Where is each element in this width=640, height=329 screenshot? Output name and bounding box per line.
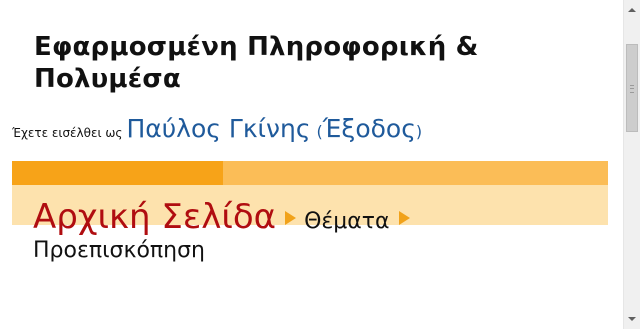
login-info: Έχετε εισέλθει ως Παύλος Γκίνης ( Έξοδος… (12, 114, 422, 148)
breadcrumb-home-link[interactable]: Αρχική Σελίδα (33, 197, 276, 237)
navbar-top-right (223, 161, 608, 185)
login-prefix-text: Έχετε εισέλθει ως (12, 126, 123, 140)
paren-close: ) (415, 122, 423, 141)
grip-icon (630, 85, 634, 93)
triangle-right-icon (398, 211, 410, 225)
breadcrumb-topics-link[interactable]: Θέματα (304, 209, 389, 234)
vertical-scrollbar[interactable] (623, 0, 640, 329)
breadcrumb: Αρχική Σελίδα Θέματα Προεπισκόπηση (33, 200, 603, 262)
site-title: Εφαρμοσμένη Πληροφορική & Πολυμέσα (34, 32, 479, 94)
page: Εφαρμοσμένη Πληροφορική & Πολυμέσα Έχετε… (0, 0, 640, 329)
user-profile-link[interactable]: Παύλος Γκίνης (126, 114, 310, 143)
scroll-down-arrow-icon[interactable] (628, 317, 636, 321)
navbar-top-left (12, 161, 223, 185)
breadcrumb-current-page: Προεπισκόπηση (33, 238, 205, 263)
scroll-up-arrow-icon[interactable] (628, 8, 636, 12)
logout-link[interactable]: Έξοδος (323, 114, 416, 143)
triangle-right-icon (285, 211, 297, 225)
scrollbar-thumb[interactable] (626, 44, 638, 132)
